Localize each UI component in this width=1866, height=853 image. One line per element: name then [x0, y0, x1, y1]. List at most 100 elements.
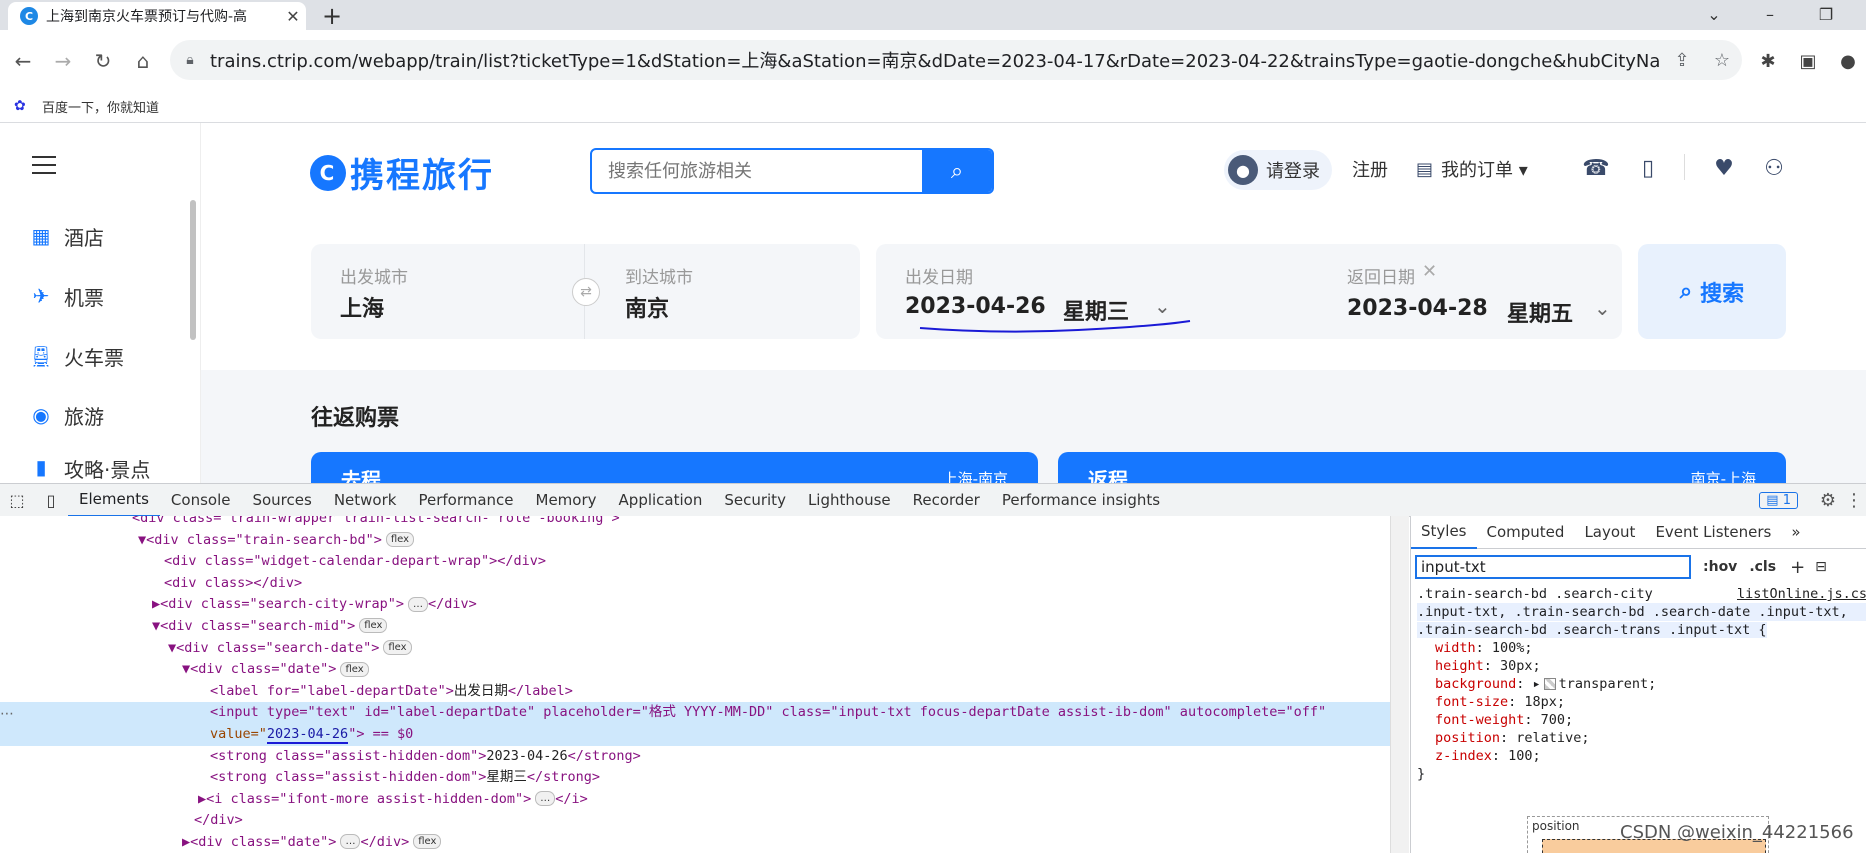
depart-city-input[interactable]: 上海 [340, 291, 384, 323]
chevron-down-icon[interactable]: ⌄ [1154, 294, 1171, 318]
dom-node[interactable]: ▼<div class="train-search-bd"> flex [0, 530, 1390, 552]
tab-network[interactable]: Network [323, 484, 408, 516]
cls-toggle[interactable]: .cls [1749, 559, 1776, 575]
address-bar[interactable]: 🔒︎ trains.ctrip.com/webapp/train/list?ti… [170, 40, 1742, 80]
css-decl[interactable]: height: 30px; [1417, 657, 1866, 675]
sidebar-scrollbar[interactable] [190, 200, 196, 340]
search-submit-button[interactable]: ⌕ 搜索 [1638, 244, 1786, 339]
settings-gear-icon[interactable]: ⚙ [1814, 490, 1842, 511]
chevron-down-icon[interactable]: ⌄ [1594, 296, 1611, 320]
dom-node[interactable]: <strong class="assist-hidden-dom">2023-0… [0, 746, 1390, 768]
new-rule-icon[interactable]: + [1790, 557, 1805, 578]
tab-performance[interactable]: Performance [407, 484, 524, 516]
reload-icon[interactable]: ↻ [88, 46, 118, 76]
search-button[interactable]: ⌕ [922, 150, 992, 192]
tab-recorder[interactable]: Recorder [902, 484, 991, 516]
device-toolbar-icon[interactable]: ▯ [34, 491, 68, 510]
more-tabs-icon[interactable]: » [1781, 516, 1810, 548]
ellipsis-badge[interactable]: … [340, 834, 361, 850]
dom-node[interactable]: <strong class="assist-hidden-dom">星期三</s… [0, 767, 1390, 789]
orders-menu[interactable]: ▤ 我的订单 ▾ [1416, 156, 1528, 182]
clear-return-icon[interactable]: ✕ [1422, 261, 1437, 282]
dom-node[interactable]: ▶<i class="ifont-more assist-hidden-dom"… [0, 789, 1390, 811]
tab-layout[interactable]: Layout [1574, 516, 1645, 548]
side-panel-icon[interactable]: ▣ [1792, 46, 1824, 78]
register-link[interactable]: 注册 [1352, 156, 1388, 182]
return-card[interactable]: 返程 南京-上海 [1058, 452, 1786, 483]
restore-icon[interactable]: ❐ [1798, 0, 1854, 30]
dom-node[interactable]: ▼<div class="search-date"> flex [0, 638, 1390, 660]
return-date-input[interactable]: 2023-04-28 [1347, 296, 1488, 321]
menu-icon[interactable] [32, 150, 56, 180]
row-more-icon[interactable]: ⋯ [0, 706, 14, 722]
dom-node-selected-cont[interactable]: value="2023-04-26"> == $0 [0, 723, 1390, 746]
tab-styles[interactable]: Styles [1411, 516, 1477, 549]
star-icon[interactable]: ☆ [1702, 50, 1742, 71]
sidebar-item-flight[interactable]: ✈ 机票 [28, 276, 104, 316]
dom-node[interactable]: <div class></div> [0, 573, 1390, 595]
css-source-link[interactable]: listOnline.js.cs [1737, 585, 1866, 603]
sidebar-item-travel[interactable]: ◉ 旅游 [28, 395, 104, 435]
profile-icon[interactable]: ● [1832, 46, 1864, 78]
user-service-icon[interactable]: ⚇ [1760, 156, 1788, 181]
flex-badge[interactable]: flex [413, 834, 442, 850]
new-tab-icon[interactable]: + [318, 2, 346, 30]
computed-toggle-icon[interactable]: ⊟ [1815, 559, 1827, 575]
css-decl[interactable]: font-size: 18px; [1417, 693, 1866, 711]
browser-tab[interactable]: C 上海到南京火车票预订与代购-高 ✕ [8, 2, 306, 30]
dom-node[interactable]: <div class="widget-calendar-depart-wrap"… [0, 551, 1390, 573]
arrive-city-input[interactable]: 南京 [625, 291, 669, 323]
css-decl[interactable]: z-index: 100; [1417, 747, 1866, 765]
more-options-icon[interactable]: ⋮ [1842, 490, 1866, 511]
inspect-icon[interactable]: ⬚ [0, 491, 34, 510]
outbound-card[interactable]: 去程 上海-南京 [311, 452, 1038, 483]
tab-search-icon[interactable]: ⌄ [1686, 0, 1742, 30]
heart-icon[interactable]: ♥ [1710, 156, 1738, 181]
tab-memory[interactable]: Memory [525, 484, 608, 516]
tab-application[interactable]: Application [608, 484, 714, 516]
dom-node[interactable]: <div class="train-wrapper train-list-sea… [0, 516, 1390, 530]
dom-node[interactable]: ▼<div class="search-mid"> flex [0, 616, 1390, 638]
tab-sources[interactable]: Sources [241, 484, 322, 516]
home-icon[interactable]: ⌂ [128, 46, 158, 76]
dom-node[interactable]: ▼<div class="date"> flex [0, 659, 1390, 681]
tab-performance-insights[interactable]: Performance insights [991, 484, 1171, 516]
depart-date-input[interactable]: 2023-04-26 [905, 294, 1046, 319]
dom-node-selected[interactable]: <input type="text" id="label-departDate"… [0, 702, 1390, 724]
site-search-input[interactable] [592, 150, 922, 192]
swap-cities-icon[interactable]: ⇄ [572, 278, 600, 306]
elements-scrollbar[interactable] [1390, 516, 1409, 853]
sidebar-item-train[interactable]: 🚆︎ 火车票 [28, 336, 124, 376]
tab-console[interactable]: Console [160, 484, 242, 516]
extensions-icon[interactable]: ✱ [1752, 46, 1784, 78]
dom-node[interactable]: <label for="label-departDate">出发日期</labe… [0, 681, 1390, 703]
share-icon[interactable]: ⇪ [1662, 50, 1702, 71]
flex-badge[interactable]: flex [340, 661, 369, 677]
sidebar-item-guide[interactable]: ▮ 攻略·景点 [28, 454, 150, 483]
back-icon[interactable]: ← [8, 46, 38, 76]
tab-security[interactable]: Security [713, 484, 797, 516]
css-decl[interactable]: font-weight: 700; [1417, 711, 1866, 729]
tab-event-listeners[interactable]: Event Listeners [1645, 516, 1781, 548]
minimize-icon[interactable]: – [1742, 0, 1798, 30]
color-swatch-icon[interactable] [1543, 678, 1556, 690]
ellipsis-badge[interactable]: … [535, 791, 556, 807]
tab-computed[interactable]: Computed [1477, 516, 1575, 548]
login-button[interactable]: ● 请登录 [1224, 150, 1332, 190]
sidebar-item-hotel[interactable]: ▦ 酒店 [28, 216, 104, 256]
ellipsis-badge[interactable]: … [407, 596, 428, 612]
hov-toggle[interactable]: :hov [1703, 559, 1737, 575]
css-decl[interactable]: position: relative; [1417, 729, 1866, 747]
url-text[interactable]: trains.ctrip.com/webapp/train/list?ticke… [210, 47, 1662, 73]
tab-elements[interactable]: Elements [68, 483, 160, 517]
css-decl[interactable]: width: 100%; [1417, 639, 1866, 657]
flex-badge[interactable]: flex [359, 618, 388, 634]
flex-badge[interactable]: flex [385, 532, 415, 548]
styles-filter-input[interactable]: input-txt [1415, 555, 1691, 579]
close-tab-icon[interactable]: ✕ [280, 7, 306, 26]
lock-icon[interactable]: 🔒︎ [170, 52, 210, 68]
dom-node[interactable]: </div> [0, 810, 1390, 832]
dom-node[interactable]: ▶<div class="date">… </div> flex [0, 832, 1390, 853]
dom-node[interactable]: ▶<div class="search-city-wrap">… </div> [0, 594, 1390, 616]
ctrip-logo[interactable]: C 携程旅行 [310, 148, 494, 197]
